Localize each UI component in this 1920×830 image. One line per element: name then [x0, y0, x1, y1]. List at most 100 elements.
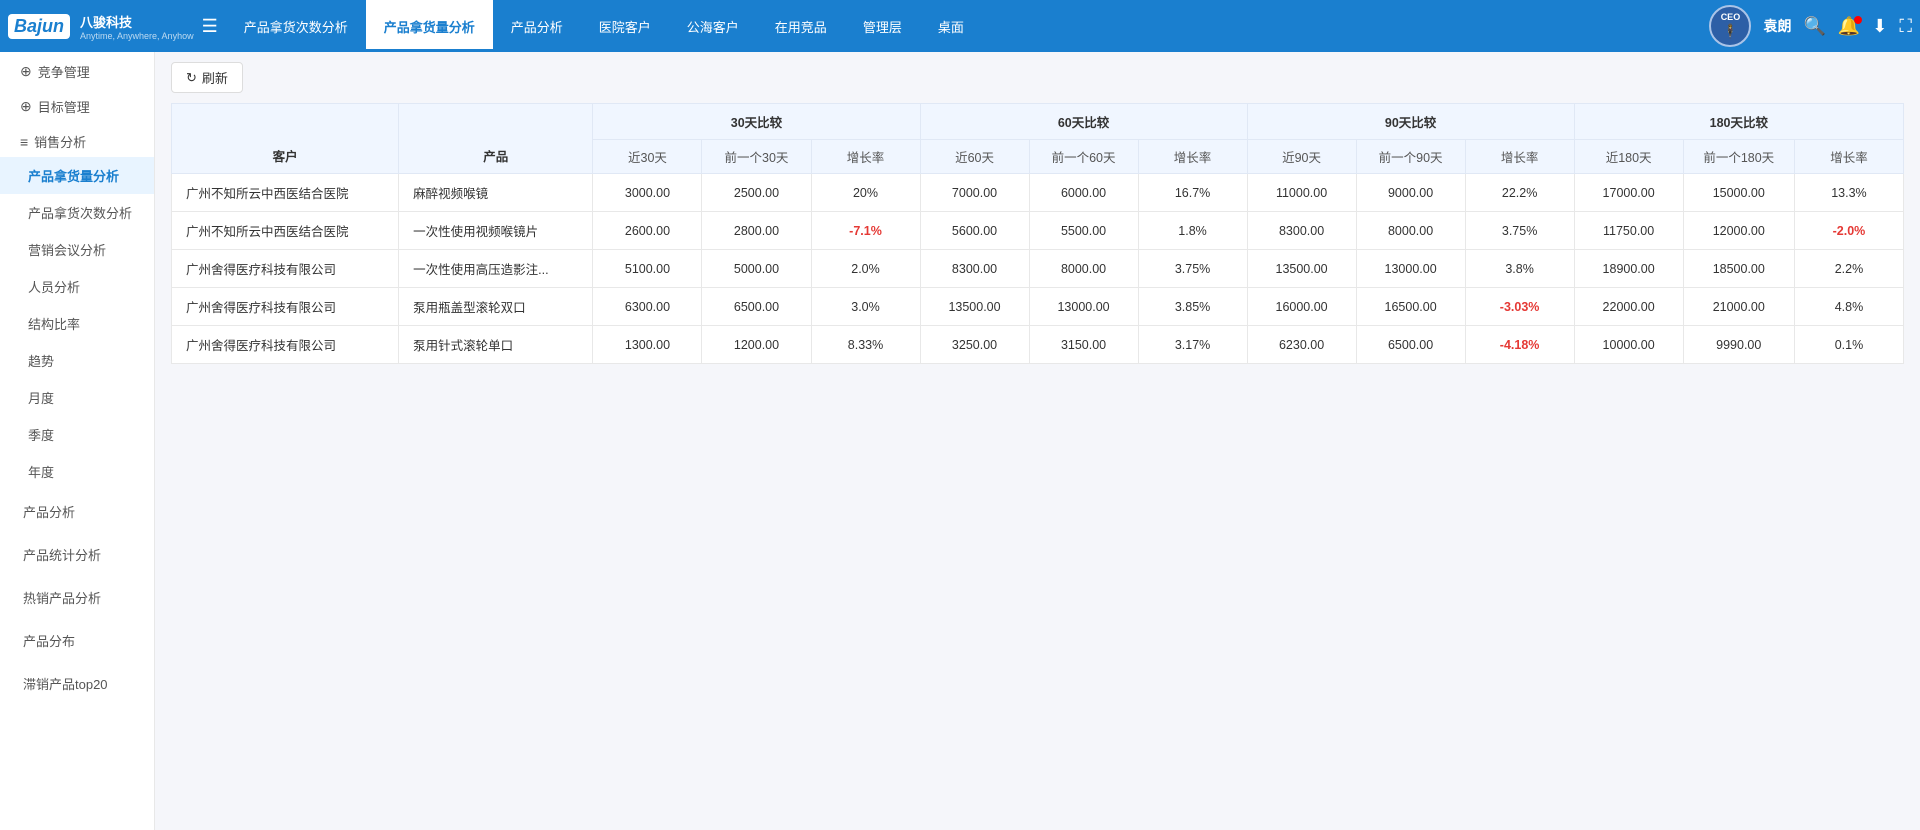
main-layout: ⊕竞争管理⊕目标管理≡销售分析产品拿货量分析产品拿货次数分析营销会议分析人员分析…	[0, 52, 1920, 830]
cell-p60: 6000.00	[1029, 174, 1138, 212]
table-row: 广州舍得医疗科技有限公司泵用针式滚轮单口1300.001200.008.33%3…	[172, 326, 1904, 364]
col-header-customer: 客户	[172, 104, 399, 174]
sidebar-group-目标管理[interactable]: ⊕目标管理	[0, 87, 154, 122]
cell-product: 一次性使用高压造影注...	[399, 250, 593, 288]
cell-customer: 广州舍得医疗科技有限公司	[172, 326, 399, 364]
fullscreen-icon[interactable]: ⛶	[1899, 16, 1912, 37]
nav-item-product-analysis[interactable]: 产品分析	[493, 0, 581, 52]
sidebar-item-structure-ratio[interactable]: 结构比率	[0, 305, 154, 342]
col-subheader-p90: 近90天	[1247, 140, 1356, 174]
col-group-180天比较: 180天比较	[1574, 104, 1903, 140]
user-avatar[interactable]: CEO 🕴	[1709, 5, 1751, 47]
nav-item-desktop[interactable]: 桌面	[920, 0, 982, 52]
sidebar-group-竞争管理[interactable]: ⊕竞争管理	[0, 52, 154, 87]
table-container[interactable]: 客户产品30天比较60天比较90天比较180天比较近30天前一个30天增长率近6…	[155, 103, 1920, 830]
logo-cn: 八骏科技	[80, 12, 194, 31]
cell-d90: 13500.00	[1247, 250, 1356, 288]
cell-d30: 6300.00	[593, 288, 702, 326]
sidebar-group-销售分析[interactable]: ≡销售分析	[0, 122, 154, 157]
cell-g90: -3.03%	[1465, 288, 1574, 326]
sidebar-item-产品统计分析[interactable]: 产品统计分析	[0, 533, 154, 576]
table-row: 广州舍得医疗科技有限公司一次性使用高压造影注...5100.005000.002…	[172, 250, 1904, 288]
col-subheader-g60: 增长率	[1138, 140, 1247, 174]
nav-item-product-grab-count[interactable]: 产品拿货次数分析	[226, 0, 366, 52]
cell-p60: 8000.00	[1029, 250, 1138, 288]
sidebar-item-product-grab-amount-analysis[interactable]: 产品拿货量分析	[0, 157, 154, 194]
cell-d30: 2600.00	[593, 212, 702, 250]
cell-g180: 4.8%	[1794, 288, 1903, 326]
cell-p30: 5000.00	[702, 250, 811, 288]
cell-d180: 11750.00	[1574, 212, 1683, 250]
sidebar-item-quarterly[interactable]: 季度	[0, 416, 154, 453]
cell-g90: 22.2%	[1465, 174, 1574, 212]
cell-g30: 20%	[811, 174, 920, 212]
cell-p90: 9000.00	[1356, 174, 1465, 212]
cell-d180: 17000.00	[1574, 174, 1683, 212]
sidebar-item-yearly[interactable]: 年度	[0, 453, 154, 490]
col-subheader-p180: 近180天	[1574, 140, 1683, 174]
sidebar: ⊕竞争管理⊕目标管理≡销售分析产品拿货量分析产品拿货次数分析营销会议分析人员分析…	[0, 52, 155, 830]
cell-d180: 22000.00	[1574, 288, 1683, 326]
user-name: 袁朗	[1763, 16, 1791, 36]
sidebar-item-trend[interactable]: 趋势	[0, 342, 154, 379]
cell-d60: 3250.00	[920, 326, 1029, 364]
cell-p180: 21000.00	[1683, 288, 1794, 326]
sidebar-item-滞销产品top20[interactable]: 滞销产品top20	[0, 662, 154, 705]
cell-p180: 9990.00	[1683, 326, 1794, 364]
cell-g60: 16.7%	[1138, 174, 1247, 212]
nav-item-management[interactable]: 管理层	[845, 0, 920, 52]
col-subheader-pp60: 前一个60天	[1029, 140, 1138, 174]
search-icon[interactable]: 🔍	[1803, 16, 1825, 37]
data-table: 客户产品30天比较60天比较90天比较180天比较近30天前一个30天增长率近6…	[171, 103, 1904, 364]
cell-p90: 13000.00	[1356, 250, 1465, 288]
cell-g30: 3.0%	[811, 288, 920, 326]
cell-d30: 3000.00	[593, 174, 702, 212]
refresh-label: 刷新	[202, 68, 228, 87]
col-subheader-pp180: 前一个180天	[1683, 140, 1794, 174]
cell-p90: 6500.00	[1356, 326, 1465, 364]
cell-d90: 8300.00	[1247, 212, 1356, 250]
logo-text: Bajun	[14, 16, 64, 37]
download-icon[interactable]: ⬇	[1872, 16, 1887, 37]
hamburger-icon[interactable]: ☰	[202, 16, 218, 37]
sidebar-item-product-grab-count-analysis[interactable]: 产品拿货次数分析	[0, 194, 154, 231]
cell-d60: 13500.00	[920, 288, 1029, 326]
nav-right: CEO 🕴 袁朗 🔍 🔔 ⬇ ⛶	[1709, 5, 1912, 47]
cell-d30: 5100.00	[593, 250, 702, 288]
cell-customer: 广州不知所云中西医结合医院	[172, 212, 399, 250]
col-group-90天比较: 90天比较	[1247, 104, 1574, 140]
cell-product: 麻醉视频喉镜	[399, 174, 593, 212]
sidebar-item-热销产品分析[interactable]: 热销产品分析	[0, 576, 154, 619]
cell-product: 泵用针式滚轮单口	[399, 326, 593, 364]
cell-g180: -2.0%	[1794, 212, 1903, 250]
nav-item-hospital-customer[interactable]: 医院客户	[581, 0, 669, 52]
group-label: 销售分析	[34, 132, 86, 151]
cell-g60: 3.75%	[1138, 250, 1247, 288]
refresh-button[interactable]: ↻ 刷新	[171, 62, 243, 93]
refresh-icon: ↻	[186, 70, 197, 86]
sidebar-item-产品分析[interactable]: 产品分析	[0, 490, 154, 533]
cell-p30: 2500.00	[702, 174, 811, 212]
cell-g30: 2.0%	[811, 250, 920, 288]
cell-p180: 18500.00	[1683, 250, 1794, 288]
cell-g90: -4.18%	[1465, 326, 1574, 364]
sidebar-item-产品分布[interactable]: 产品分布	[0, 619, 154, 662]
nav-item-open-sea-customer[interactable]: 公海客户	[669, 0, 757, 52]
col-subheader-g30: 增长率	[811, 140, 920, 174]
sidebar-item-monthly[interactable]: 月度	[0, 379, 154, 416]
table-row: 广州不知所云中西医结合医院麻醉视频喉镜3000.002500.0020%7000…	[172, 174, 1904, 212]
cell-d180: 10000.00	[1574, 326, 1683, 364]
cell-g180: 2.2%	[1794, 250, 1903, 288]
cell-p60: 5500.00	[1029, 212, 1138, 250]
cell-g60: 1.8%	[1138, 212, 1247, 250]
nav-item-in-use-product[interactable]: 在用竞品	[757, 0, 845, 52]
cell-p30: 6500.00	[702, 288, 811, 326]
cell-g90: 3.75%	[1465, 212, 1574, 250]
cell-p30: 1200.00	[702, 326, 811, 364]
nav-item-product-grab-amount[interactable]: 产品拿货量分析	[366, 0, 493, 52]
notification-icon[interactable]: 🔔	[1838, 16, 1860, 37]
sidebar-item-personnel-analysis[interactable]: 人员分析	[0, 268, 154, 305]
sidebar-item-marketing-conference[interactable]: 营销会议分析	[0, 231, 154, 268]
col-group-60天比较: 60天比较	[920, 104, 1247, 140]
cell-p30: 2800.00	[702, 212, 811, 250]
